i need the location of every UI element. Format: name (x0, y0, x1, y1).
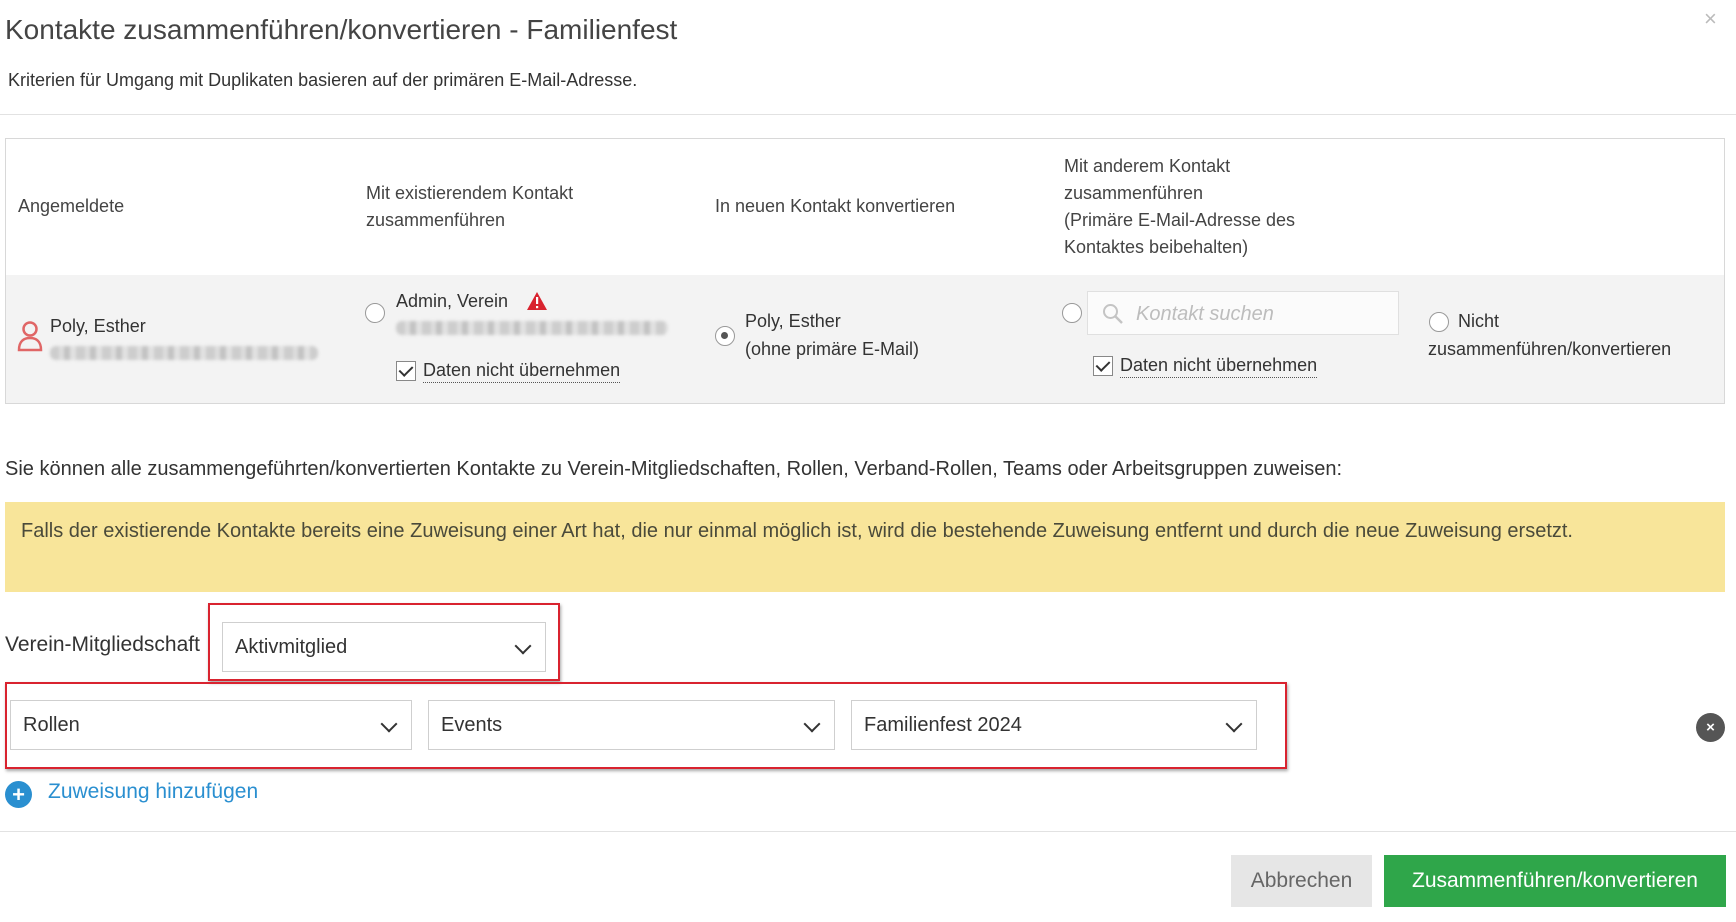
no-data-transfer-checkbox[interactable] (396, 361, 416, 381)
existing-contact-email-redacted (396, 321, 668, 335)
column-header-line: Mit existierendem Kontakt (366, 183, 574, 203)
membership-select[interactable]: Aktivmitglied (222, 622, 546, 672)
contact-search-input[interactable] (1134, 300, 1388, 328)
assignment-type-value: Rollen (23, 714, 80, 736)
no-data-transfer-label-2[interactable]: Daten nicht übernehmen (1120, 355, 1318, 378)
warning-banner: Falls der existierende Kontakte bereits … (5, 502, 1725, 592)
no-data-transfer-label-2-wrap: Daten nicht übernehmen (1120, 352, 1318, 379)
dialog-subtitle: Kriterien für Umgang mit Duplikaten basi… (8, 70, 638, 90)
column-header-line: Mit anderem Kontakt (1064, 156, 1231, 176)
no-data-transfer-label-wrap: Daten nicht übernehmen (423, 357, 621, 384)
remove-assignment-icon[interactable]: × (1696, 713, 1725, 742)
registrant-email-redacted (50, 346, 318, 360)
contact-search-field[interactable] (1087, 291, 1399, 335)
assignment-event-value: Familienfest 2024 (864, 714, 1022, 736)
convert-new-radio[interactable] (715, 326, 735, 346)
column-header-line: Kontaktes beibehalten) (1064, 237, 1249, 257)
assignment-category-value: Events (441, 714, 503, 736)
duplicates-table: Angemeldete Mit existierendem Kontakt zu… (5, 138, 1725, 404)
header-divider (0, 114, 1736, 115)
registrant-name: Poly, Esther (50, 316, 146, 336)
assignment-type-select[interactable]: Rollen (10, 700, 412, 750)
close-icon[interactable]: × (1704, 8, 1717, 30)
chevron-down-icon (1225, 715, 1243, 733)
footer-divider (0, 831, 1736, 832)
table-header: Angemeldete Mit existierendem Kontakt zu… (6, 139, 1724, 276)
warning-triangle-icon (527, 292, 547, 310)
column-header-line: (Primäre E-Mail-Adresse des (1064, 210, 1296, 230)
assignment-event-select[interactable]: Familienfest 2024 (851, 700, 1257, 750)
merge-convert-button[interactable]: Zusammenführen/konvertieren (1384, 855, 1726, 907)
membership-select-value: Aktivmitglied (235, 636, 348, 658)
no-data-transfer-checkbox-2[interactable] (1093, 356, 1113, 376)
column-header-merge-existing: Mit existierendem Kontakt zusammenführen (366, 180, 573, 234)
column-header-merge-other: Mit anderem Kontakt zusammenführen (Prim… (1064, 153, 1295, 261)
add-assignment-link[interactable]: Zuweisung hinzufügen (48, 780, 258, 804)
membership-label: Verein-Mitgliedschaft (5, 633, 200, 656)
cancel-button[interactable]: Abbrechen (1231, 855, 1372, 907)
search-icon (1103, 304, 1123, 324)
add-assignment-icon[interactable]: + (5, 781, 32, 808)
assignment-info-text: Sie können alle zusammengeführten/konver… (5, 458, 1343, 480)
column-header-line: zusammenführen (1064, 183, 1204, 203)
assignment-category-select[interactable]: Events (428, 700, 835, 750)
not-merge-label-line2: zusammenführen/konvertieren (1428, 339, 1672, 359)
merge-other-radio[interactable] (1062, 303, 1082, 323)
column-header-convert-new: In neuen Kontakt konvertieren (715, 196, 956, 216)
existing-contact-name: Admin, Verein (396, 291, 509, 311)
chevron-down-icon (514, 637, 532, 655)
user-icon (17, 321, 43, 352)
column-header-line: zusammenführen (366, 210, 506, 230)
dialog-title: Kontakte zusammenführen/konvertieren - F… (5, 14, 678, 45)
chevron-down-icon (380, 715, 398, 733)
new-contact-name: Poly, Esther (745, 311, 841, 331)
column-header-registered: Angemeldete (18, 196, 125, 216)
chevron-down-icon (803, 715, 821, 733)
no-data-transfer-label[interactable]: Daten nicht übernehmen (423, 360, 621, 383)
not-merge-label-line1: Nicht (1458, 311, 1500, 331)
not-merge-radio[interactable] (1429, 312, 1449, 332)
new-contact-note: (ohne primäre E-Mail) (745, 339, 920, 359)
merge-existing-radio[interactable] (365, 303, 385, 323)
